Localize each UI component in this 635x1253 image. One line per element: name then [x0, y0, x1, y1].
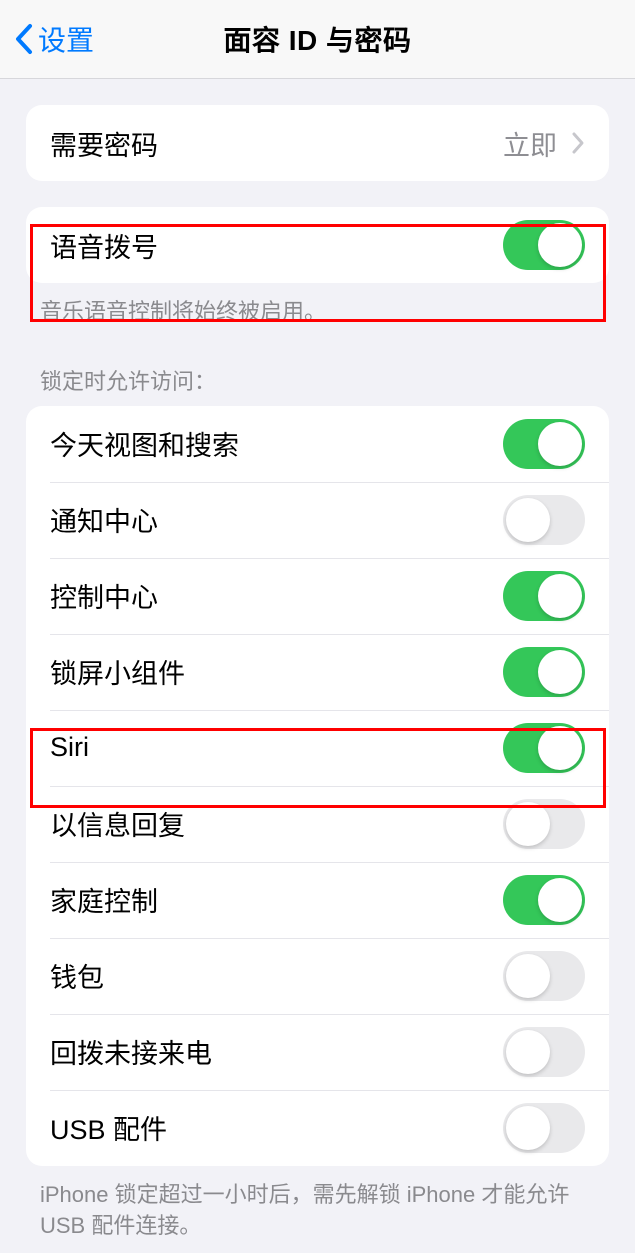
lock-access-row: 以信息回复: [26, 786, 609, 862]
lock-access-row: 控制中心: [26, 558, 609, 634]
lock-access-toggle[interactable]: [503, 875, 585, 925]
lock-access-label: 以信息回复: [50, 804, 185, 843]
lock-access-label: 回拨未接来电: [50, 1032, 212, 1071]
lock-access-row: USB 配件: [26, 1090, 609, 1166]
voice-dial-toggle[interactable]: [503, 220, 585, 270]
require-passcode-label: 需要密码: [50, 124, 158, 163]
lock-access-row: 今天视图和搜索: [26, 406, 609, 482]
lock-access-label: 控制中心: [50, 576, 158, 615]
lock-access-row: 家庭控制: [26, 862, 609, 938]
lock-access-row: Siri: [26, 710, 609, 786]
back-label: 设置: [38, 19, 94, 59]
require-passcode-row[interactable]: 需要密码 立即: [26, 105, 609, 181]
lock-access-toggle[interactable]: [503, 723, 585, 773]
lock-access-row: 钱包: [26, 938, 609, 1014]
lock-access-toggle[interactable]: [503, 1103, 585, 1153]
voice-dial-label: 语音拨号: [50, 226, 158, 265]
lock-access-toggle[interactable]: [503, 951, 585, 1001]
lock-access-label: Siri: [50, 732, 89, 763]
lock-access-toggle[interactable]: [503, 1027, 585, 1077]
lock-access-label: 钱包: [50, 956, 104, 995]
lock-access-toggle[interactable]: [503, 647, 585, 697]
lock-access-label: 家庭控制: [50, 880, 158, 919]
lock-access-toggle[interactable]: [503, 495, 585, 545]
lock-access-toggle[interactable]: [503, 419, 585, 469]
lock-access-row: 通知中心: [26, 482, 609, 558]
voice-dial-row: 语音拨号: [26, 207, 609, 283]
voice-dial-group: 语音拨号: [26, 207, 609, 283]
chevron-right-icon: [571, 131, 585, 155]
require-passcode-value: 立即: [503, 124, 557, 163]
navigation-bar: 设置 面容 ID 与密码: [0, 0, 635, 79]
passcode-group: 需要密码 立即: [26, 105, 609, 181]
lock-access-label: USB 配件: [50, 1108, 167, 1147]
voice-dial-footer: 音乐语音控制将始终被启用。: [0, 283, 635, 328]
chevron-left-icon: [12, 22, 34, 56]
lock-access-group: 今天视图和搜索通知中心控制中心锁屏小组件 Siri 以信息回复家庭控制钱包回拨未接来…: [26, 406, 609, 1166]
page-title: 面容 ID 与密码: [223, 19, 411, 59]
lock-access-header: 锁定时允许访问：: [0, 328, 635, 406]
lock-access-row: 回拨未接来电: [26, 1014, 609, 1090]
lock-access-toggle[interactable]: [503, 571, 585, 621]
lock-access-label: 今天视图和搜索: [50, 424, 239, 463]
lock-access-label: 通知中心: [50, 500, 158, 539]
back-button[interactable]: 设置: [12, 19, 94, 59]
lock-access-row: 锁屏小组件: [26, 634, 609, 710]
lock-access-label: 锁屏小组件: [50, 652, 185, 691]
lock-access-toggle[interactable]: [503, 799, 585, 849]
lock-access-footer: iPhone 锁定超过一小时后，需先解锁 iPhone 才能允许 USB 配件连…: [0, 1166, 635, 1242]
